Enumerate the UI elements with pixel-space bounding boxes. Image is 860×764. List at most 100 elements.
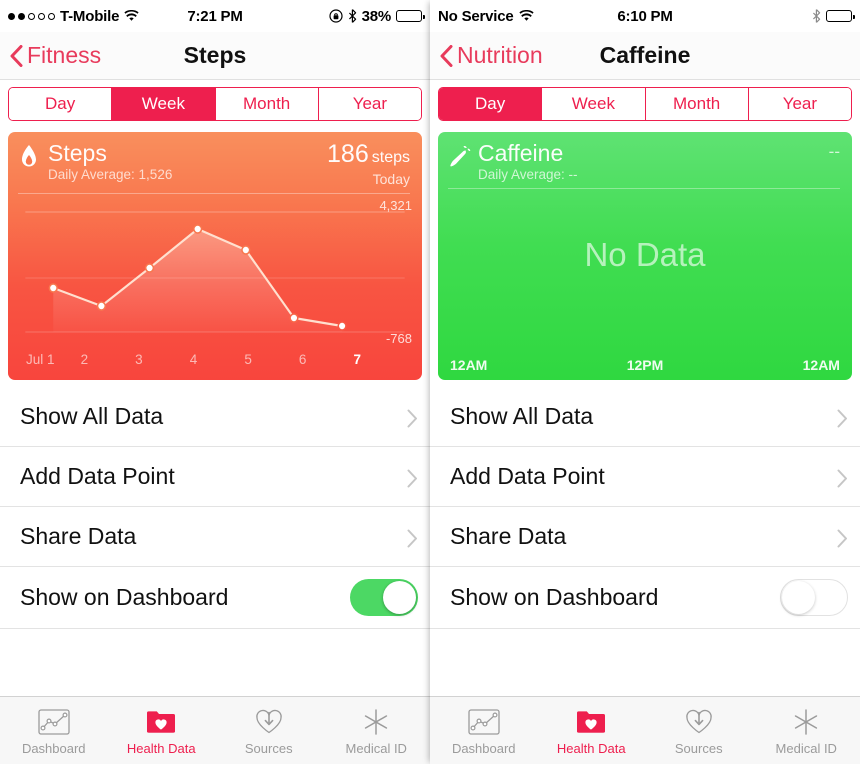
tab-label: Health Data [126, 740, 196, 756]
carrier-label: T-Mobile [60, 7, 120, 25]
x-tick: 6 [298, 352, 307, 367]
row-add-data-point[interactable]: Add Data Point [0, 446, 430, 506]
card-divider [448, 187, 840, 189]
x-tick: 4 [189, 352, 198, 367]
tab-sources[interactable]: Sources [215, 697, 323, 764]
x-tick: 3 [135, 352, 143, 367]
carrot-icon [448, 141, 478, 182]
status-bar: T-Mobile 7:21 PM 38% [0, 0, 430, 32]
chevron-right-icon [837, 527, 848, 548]
segment-year[interactable]: Year [318, 88, 421, 120]
row-show-all-data[interactable]: Show All Data [430, 386, 860, 446]
navigation-bar: Fitness Steps [0, 32, 430, 80]
toggle-knob [383, 581, 416, 614]
segment-month[interactable]: Month [215, 88, 319, 120]
tab-label: Sources [674, 740, 723, 756]
dashboard-chart-icon [38, 706, 70, 738]
no-data-message: No Data [584, 236, 706, 273]
row-label: Show on Dashboard [20, 584, 229, 610]
back-button[interactable]: Fitness [0, 42, 101, 69]
card-value: -- [828, 142, 840, 161]
folder-heart-icon [145, 706, 177, 738]
tab-label: Sources [244, 740, 293, 756]
chevron-right-icon [837, 407, 848, 427]
x-tick: 12AM [450, 357, 488, 373]
row-label: Show All Data [20, 402, 164, 429]
options-list: Show All Data Add Data Point Share Data … [0, 386, 430, 628]
card-title: Caffeine [478, 140, 564, 166]
status-right [673, 9, 856, 23]
tab-dashboard[interactable]: Dashboard [430, 697, 538, 764]
card-unit: steps [371, 149, 410, 166]
caffeine-chart-card[interactable]: Caffeine Daily Average: -- -- No Data 12… [438, 132, 852, 380]
medical-asterisk-icon [790, 706, 822, 738]
carrier-label: No Service [438, 7, 514, 25]
tab-medical-id[interactable]: Medical ID [753, 697, 860, 764]
chart-card-container: Steps Daily Average: 1,526 186 steps Toda… [0, 128, 430, 386]
tab-dashboard[interactable]: Dashboard [0, 697, 108, 764]
bluetooth-icon [812, 9, 821, 23]
card-subtitle: Daily Average: -- [478, 166, 578, 182]
flame-icon [18, 141, 48, 187]
row-show-all-data[interactable]: Show All Data [0, 386, 430, 446]
chevron-left-icon [10, 44, 23, 67]
card-divider [18, 193, 410, 194]
segment-year[interactable]: Year [748, 88, 851, 120]
back-button[interactable]: Nutrition [430, 42, 543, 69]
segment-week[interactable]: Week [112, 88, 216, 120]
dashboard-chart-icon [468, 706, 500, 738]
options-list: Show All Data Add Data Point Share Data … [430, 386, 860, 628]
chevron-right-icon [407, 527, 418, 548]
signal-strength-icon [8, 12, 55, 20]
tab-medical-id[interactable]: Medical ID [323, 697, 431, 764]
status-clock: 7:21 PM [187, 7, 243, 25]
status-bar: No Service 6:10 PM [430, 0, 860, 32]
row-label: Show All Data [450, 402, 594, 429]
row-share-data[interactable]: Share Data [430, 506, 860, 566]
chart-area-fill [53, 229, 343, 332]
period-selector: Day Week Month Year [430, 80, 860, 128]
card-header: Caffeine Daily Average: -- -- [438, 132, 852, 182]
battery-icon [826, 10, 856, 22]
card-subtitle: Daily Average: 1,526 [48, 166, 173, 182]
row-add-data-point[interactable]: Add Data Point [430, 446, 860, 506]
tab-health-data[interactable]: Health Data [538, 697, 646, 764]
tab-health-data[interactable]: Health Data [108, 697, 216, 764]
y-axis-min-label: -768 [385, 331, 412, 346]
steps-chart-card[interactable]: Steps Daily Average: 1,526 186 steps Toda… [8, 132, 422, 380]
chevron-right-icon [837, 467, 848, 488]
card-title: Steps [48, 140, 107, 166]
row-label: Add Data Point [450, 463, 605, 489]
x-tick: 2 [80, 352, 89, 367]
medical-asterisk-icon [360, 706, 392, 738]
chevron-right-icon [407, 407, 418, 427]
list-filler [430, 628, 860, 696]
card-timeframe: Today [372, 171, 410, 187]
row-show-on-dashboard[interactable]: Show on Dashboard [0, 566, 430, 628]
bluetooth-icon [348, 9, 357, 23]
row-show-on-dashboard[interactable]: Show on Dashboard [430, 566, 860, 628]
wifi-icon [124, 10, 139, 22]
segment-month[interactable]: Month [645, 88, 749, 120]
x-tick: 12AM [802, 357, 840, 373]
segment-week[interactable]: Week [542, 88, 646, 120]
tab-sources[interactable]: Sources [645, 697, 753, 764]
x-tick: 5 [244, 352, 252, 367]
x-tick-today: 7 [353, 352, 361, 367]
time-axis-labels: 12AM 12PM 12AM [438, 357, 852, 373]
rotation-lock-icon [328, 9, 343, 23]
battery-icon [396, 10, 426, 22]
show-on-dashboard-toggle[interactable] [350, 579, 418, 616]
period-selector: Day Week Month Year [0, 80, 430, 128]
segment-day[interactable]: Day [9, 88, 113, 120]
x-tick: 12PM [626, 357, 664, 373]
show-on-dashboard-toggle[interactable] [780, 579, 848, 616]
row-label: Add Data Point [20, 463, 175, 489]
row-share-data[interactable]: Share Data [0, 506, 430, 566]
heart-download-icon [683, 706, 715, 738]
segment-day[interactable]: Day [439, 88, 543, 120]
battery-percent-label: 38% [361, 7, 392, 25]
card-header: Steps Daily Average: 1,526 186 steps Toda… [8, 132, 422, 187]
status-left: No Service [438, 8, 617, 25]
back-button-label: Nutrition [457, 42, 543, 68]
